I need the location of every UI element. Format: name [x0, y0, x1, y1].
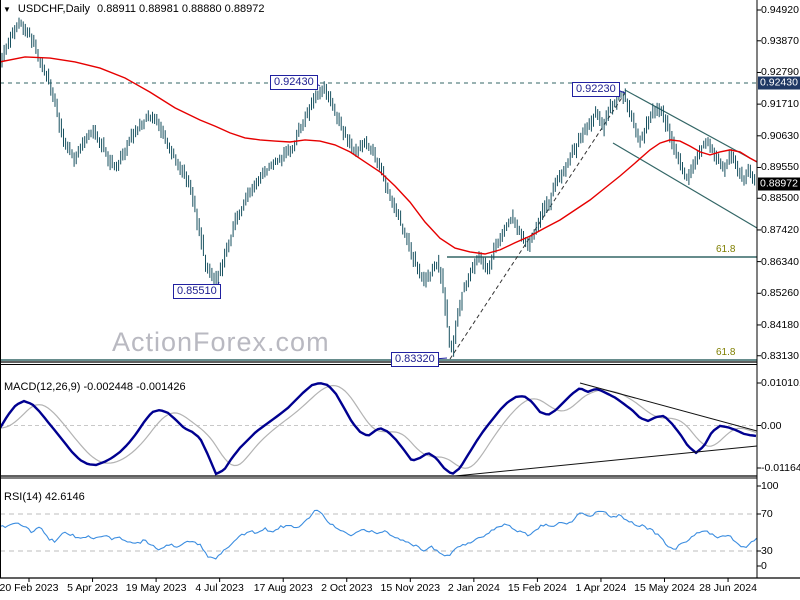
- price-axis-label: 0.83130: [761, 349, 799, 362]
- price-axis-label: 0.87420: [761, 223, 799, 236]
- axis-current-price-box: 0.88972: [758, 177, 800, 191]
- price-callout-0.92230[interactable]: 0.92230: [572, 82, 620, 97]
- chart-title-bar: ▼ USDCHF,Daily 0.88911 0.88981 0.88880 0…: [3, 3, 264, 15]
- rsi-axis-label: 0: [761, 560, 767, 572]
- price-axis-label: 0.84180: [761, 318, 799, 331]
- date-axis-label: 1 Apr 2024: [575, 582, 627, 594]
- date-axis-label: 15 Feb 2024: [507, 582, 567, 594]
- rsi-axis-label: 100: [761, 480, 779, 492]
- macd-axis-label: -0.011645: [761, 462, 800, 474]
- date-axis-label: 2 Jan 2024: [447, 582, 500, 594]
- macd-indicator-label: MACD(12,26,9) -0.002448 -0.001426: [4, 381, 186, 393]
- date-axis-label: 19 May 2023: [125, 582, 187, 594]
- rsi-axis-label: 30: [761, 545, 773, 557]
- trading-chart-window: ActionForex.com ▼ USDCHF,Daily 0.88911 0…: [0, 0, 800, 600]
- date-axis-label: 4 Jul 2023: [195, 582, 244, 594]
- price-axis-label: 0.91710: [761, 98, 799, 111]
- rsi-axis-label: 70: [761, 508, 773, 520]
- macd-axis-label: 0.010101: [761, 377, 800, 389]
- date-axis-label: 15 Nov 2023: [380, 582, 441, 594]
- date-axis-label: 5 Apr 2023: [67, 582, 118, 594]
- price-callout-0.92430[interactable]: 0.92430: [270, 75, 318, 90]
- date-axis-label: 28 Jun 2024: [699, 582, 757, 594]
- price-axis-label: 0.94920: [761, 4, 799, 16]
- price-axis-label: 0.88500: [761, 192, 799, 205]
- rsi-indicator-label: RSI(14) 42.6146: [4, 491, 85, 503]
- axis-highlight-level-box: 0.92430: [758, 76, 800, 90]
- date-axis-label: 15 May 2024: [634, 582, 695, 594]
- price-callout-0.85510[interactable]: 0.85510: [173, 284, 221, 299]
- price-axis-label: 0.93870: [761, 34, 799, 47]
- price-axis-label: 0.85260: [761, 287, 799, 300]
- date-axis-label: 17 Aug 2023: [253, 582, 313, 594]
- price-axis-label: 0.86340: [761, 255, 799, 268]
- symbol-dropdown-icon[interactable]: ▼: [3, 5, 11, 14]
- price-callout-0.83320[interactable]: 0.83320: [391, 352, 439, 367]
- ohlc-readout: 0.88911 0.88981 0.88880 0.88972: [97, 3, 265, 15]
- price-axis-label: 0.89550: [761, 161, 799, 174]
- chart-canvas[interactable]: [0, 0, 800, 600]
- fib-61.8-upper-label: 61.8: [716, 244, 736, 255]
- date-axis-label: 2 Oct 2023: [321, 582, 373, 594]
- date-axis-label: 20 Feb 2023: [0, 582, 59, 594]
- fib-61.8-lower-label: 61.8: [716, 347, 736, 358]
- price-axis-label: 0.90630: [761, 129, 799, 142]
- symbol-period-label: USDCHF,Daily: [17, 3, 91, 15]
- macd-axis-label: 0.00: [761, 419, 782, 432]
